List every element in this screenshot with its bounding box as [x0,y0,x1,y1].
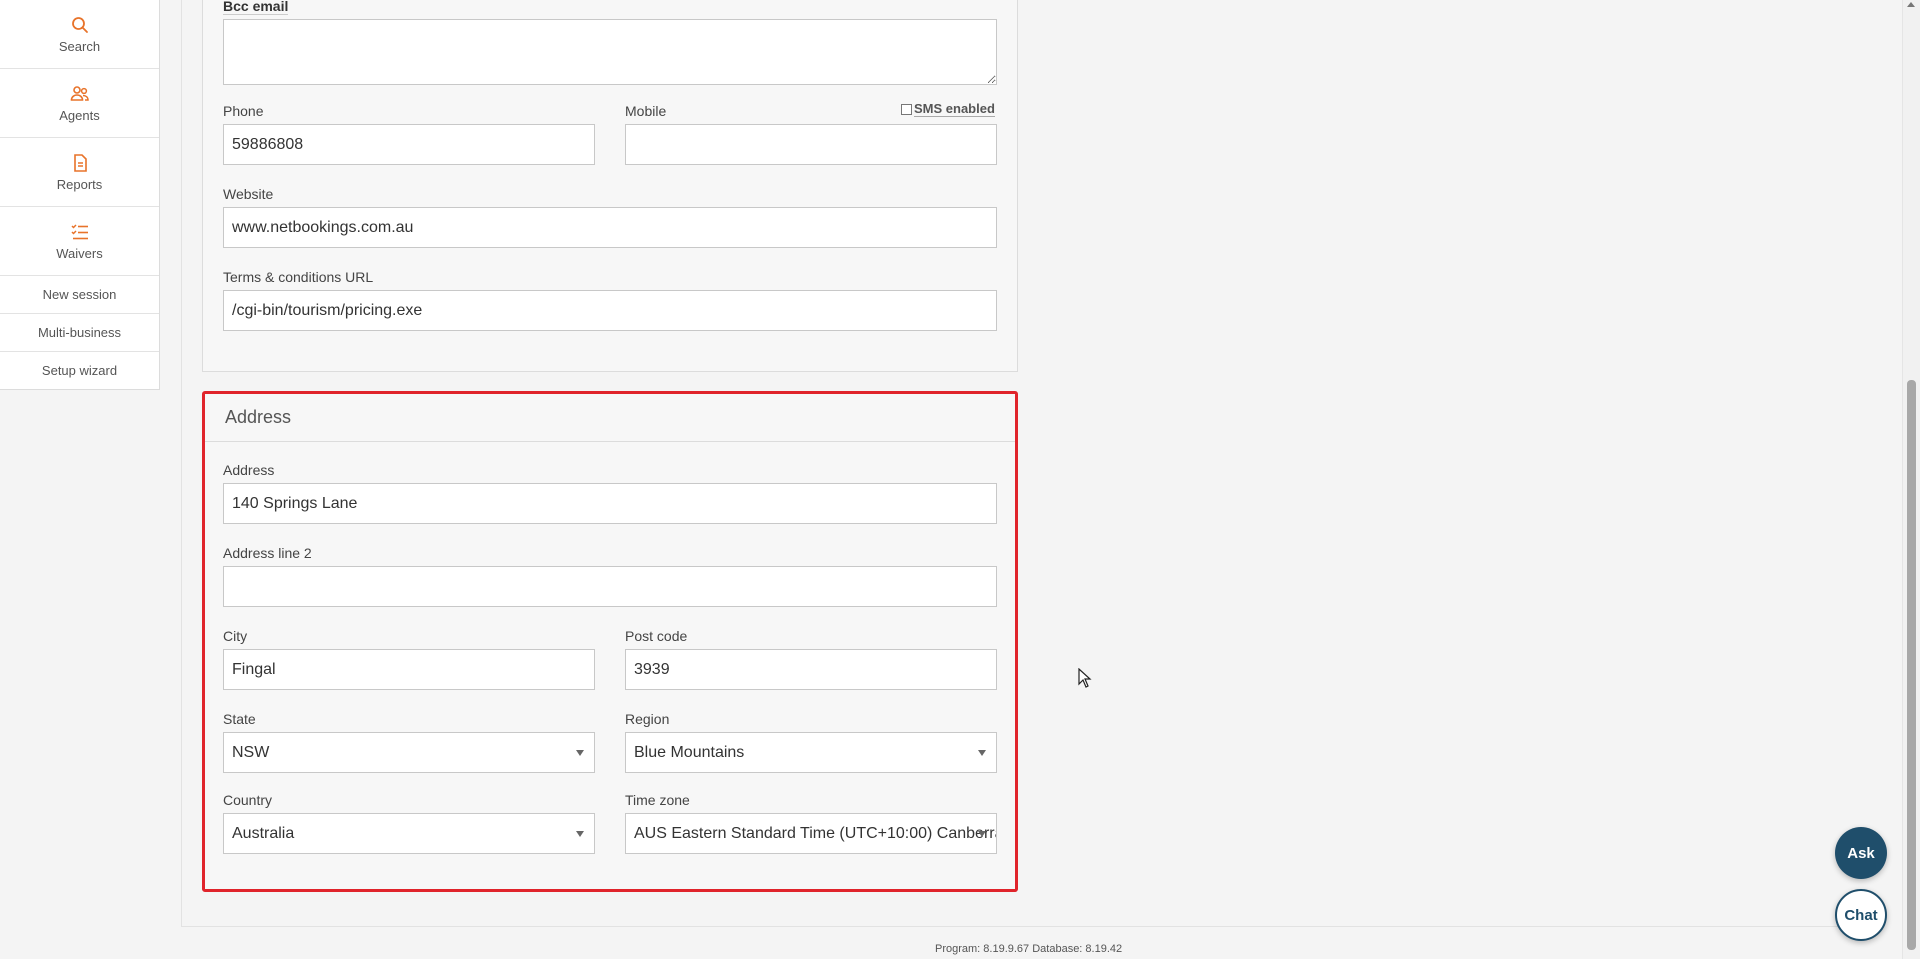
mouse-cursor-icon [1078,668,1092,688]
sidebar-item-agents[interactable]: Agents [0,69,159,138]
sidebar-item-reports[interactable]: Reports [0,138,159,207]
postcode-label: Post code [625,628,688,644]
sidebar: Search Agents Reports Waivers New sessio… [0,0,160,390]
scroll-thumb[interactable] [1907,380,1916,950]
sms-enabled-toggle[interactable]: SMS enabled [901,101,995,117]
timezone-value: AUS Eastern Standard Time (UTC+10:00) Ca… [634,825,997,842]
address-panel: Address Address 140 Springs Lane Address… [202,391,1018,892]
website-label: Website [223,186,274,202]
bcc-email-label: Bcc email [223,0,289,15]
city-field[interactable]: Fingal [223,649,595,690]
address-label: Address [223,462,275,478]
agents-icon [70,85,89,101]
sidebar-item-label: Agents [59,107,100,123]
sidebar-item-label: Reports [56,176,103,192]
multi-business-link[interactable]: Multi-business [0,314,159,352]
country-label: Country [223,792,273,808]
timezone-select[interactable]: AUS Eastern Standard Time (UTC+10:00) Ca… [625,813,997,854]
terms-url-label: Terms & conditions URL [223,269,374,285]
ask-button[interactable]: Ask [1835,827,1887,879]
chat-button[interactable]: Chat [1835,889,1887,941]
page-scrollbar[interactable] [1902,0,1920,959]
phone-label: Phone [223,103,264,119]
sidebar-item-waivers[interactable]: Waivers [0,207,159,276]
search-icon [71,16,88,33]
country-select[interactable]: Australia [223,813,595,854]
city-label: City [223,628,248,644]
timezone-label: Time zone [625,792,690,808]
chevron-down-icon [576,831,584,837]
chevron-down-icon [978,750,986,756]
state-label: State [223,711,256,727]
address-field[interactable]: 140 Springs Lane [223,483,997,524]
sidebar-item-label: Search [58,38,101,54]
region-value: Blue Mountains [634,744,745,761]
country-value: Australia [232,825,295,842]
region-label: Region [625,711,670,727]
reports-icon [73,153,87,172]
mobile-field[interactable] [625,124,997,165]
scroll-up-icon[interactable] [1907,2,1915,7]
terms-url-field[interactable]: /cgi-bin/tourism/pricing.exe [223,290,997,331]
phone-field[interactable]: 59886808 [223,124,595,165]
sidebar-item-search[interactable]: Search [0,0,159,69]
bcc-email-field[interactable] [223,19,997,85]
version-footer: Program: 8.19.9.67 Database: 8.19.42 [935,943,1123,955]
sidebar-item-label: Waivers [56,245,103,261]
address-panel-title: Address [205,394,1015,442]
sms-enabled-checkbox[interactable] [901,103,912,115]
setup-wizard-link[interactable]: Setup wizard [0,352,159,389]
state-value: NSW [232,744,270,761]
address-line2-field[interactable] [223,566,997,607]
contact-panel: Bcc email Phone 59886808 Mobile SMS enab… [202,0,1018,372]
state-select[interactable]: NSW [223,732,595,773]
sms-enabled-label: SMS enabled [914,101,995,117]
website-field[interactable]: www.netbookings.com.au [223,207,997,248]
address-line2-label: Address line 2 [223,545,312,561]
waivers-icon [70,223,88,239]
chevron-down-icon [576,750,584,756]
postcode-field[interactable]: 3939 [625,649,997,690]
new-session-link[interactable]: New session [0,276,159,314]
region-select[interactable]: Blue Mountains [625,732,997,773]
chevron-down-icon [978,831,986,837]
